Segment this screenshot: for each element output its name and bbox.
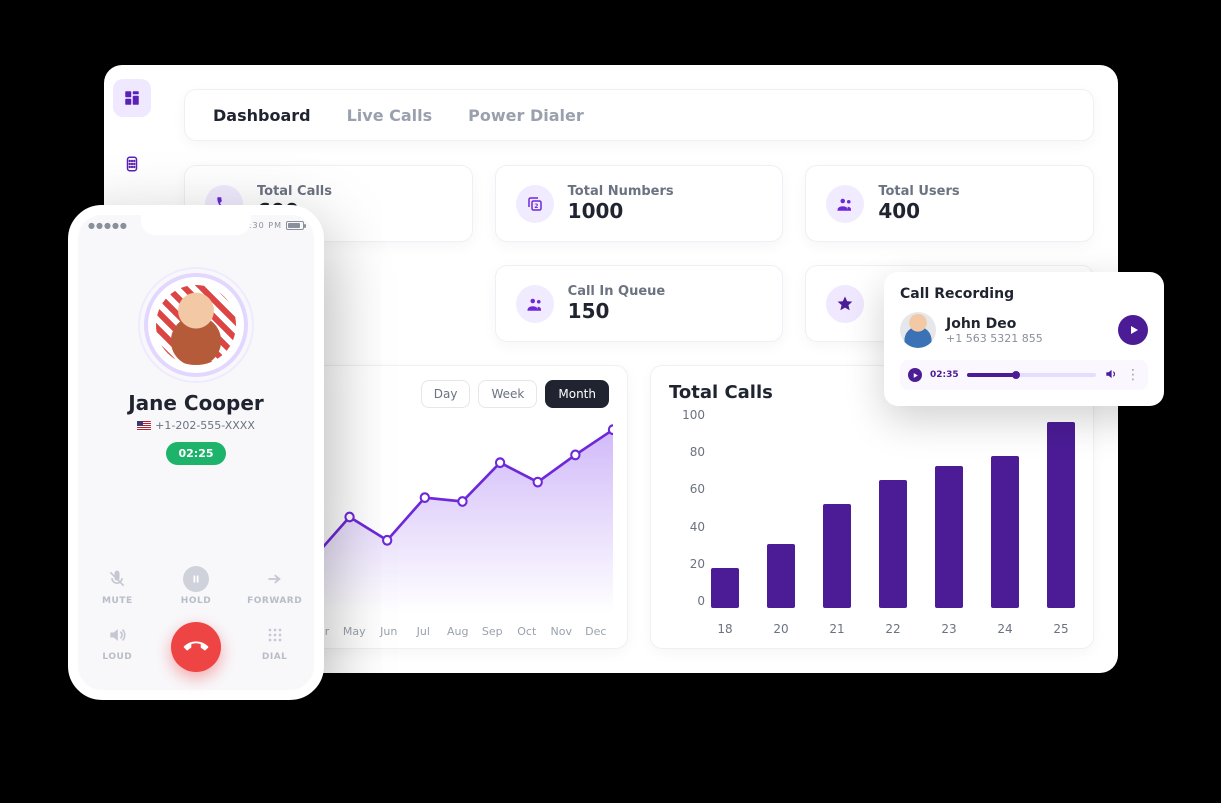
range-selector: Day Week Month [421, 380, 609, 408]
bar [935, 466, 963, 608]
audio-player: 02:35 ⋮ [900, 360, 1148, 390]
tab-power-dialer[interactable]: Power Dialer [468, 106, 584, 125]
volume-icon[interactable] [1104, 366, 1118, 385]
caller-info: Jane Cooper +1-202-555-XXXX 02:25 [78, 391, 314, 465]
dialpad-icon [123, 155, 141, 173]
yaxis-label: 40 [665, 520, 705, 534]
range-month[interactable]: Month [545, 380, 609, 408]
stat-value: 400 [878, 199, 959, 223]
play-button[interactable] [1118, 315, 1148, 345]
xaxis-label: 24 [991, 622, 1019, 636]
bar-yaxis: 100 80 60 40 20 0 [665, 408, 705, 608]
xaxis-label: 23 [935, 622, 963, 636]
flag-us-icon [137, 421, 151, 431]
stat-label: Call In Queue [568, 284, 666, 299]
xaxis-label: 20 [767, 622, 795, 636]
caller-name: Jane Cooper [78, 391, 314, 415]
hangup-button[interactable] [171, 622, 221, 672]
keypad-icon [262, 622, 288, 648]
xaxis-label: 22 [879, 622, 907, 636]
tab-bar: Dashboard Live Calls Power Dialer [184, 89, 1094, 141]
xaxis-label: Nov [544, 625, 579, 638]
xaxis-label: Dec [579, 625, 614, 638]
player-play-button[interactable] [908, 368, 922, 382]
bar [879, 480, 907, 608]
stat-label: Total Numbers [568, 184, 674, 199]
speaker-icon [104, 622, 130, 648]
xaxis-label: 25 [1047, 622, 1075, 636]
mute-button[interactable]: MUTE [102, 566, 133, 606]
phone-notch [141, 215, 251, 235]
tab-live-calls[interactable]: Live Calls [347, 106, 433, 125]
users-icon [516, 285, 554, 323]
call-recording-card: Call Recording John Deo +1 563 5321 855 … [884, 272, 1164, 406]
recording-title: Call Recording [900, 286, 1148, 302]
bar-chart-panel: Total Calls 100806040200 18202122232425 [650, 365, 1094, 649]
mute-icon [104, 566, 130, 592]
sidebar-item-dialpad[interactable] [113, 145, 151, 183]
more-icon[interactable]: ⋮ [1126, 372, 1140, 378]
yaxis-label: 100 [665, 408, 705, 422]
star-icon [826, 285, 864, 323]
xaxis-label: Sep [475, 625, 510, 638]
player-track[interactable] [967, 373, 1096, 377]
bar [991, 456, 1019, 608]
bar [767, 544, 795, 608]
play-icon [912, 372, 919, 379]
caller-avatar [156, 285, 236, 365]
caller-number: +1-202-555-XXXX [78, 419, 314, 432]
hold-button[interactable]: HOLD [181, 566, 211, 606]
battery-icon [286, 221, 304, 230]
caller-avatar-ring [144, 273, 248, 377]
bar [823, 504, 851, 608]
call-controls: MUTE HOLD FORWARD LOUD DIAL [78, 566, 314, 672]
recording-number: +1 563 5321 855 [946, 332, 1043, 345]
call-duration-badge: 02:25 [166, 442, 225, 465]
stat-label: Total Calls [257, 184, 332, 199]
loud-button[interactable]: LOUD [102, 622, 132, 672]
bar [711, 568, 739, 608]
avatar [900, 312, 936, 348]
forward-icon [262, 566, 288, 592]
xaxis-label: May [337, 625, 372, 638]
bar-xaxis: 18 20 21 22 23 24 25 [711, 622, 1075, 636]
phone-icon [179, 630, 213, 664]
grid-icon [123, 89, 141, 107]
xaxis-label: 18 [711, 622, 739, 636]
forward-button[interactable]: FORWARD [247, 566, 302, 606]
svg-text:2: 2 [534, 202, 538, 209]
copy-icon: 2 [516, 185, 554, 223]
stat-call-in-queue: Call In Queue150 [495, 265, 784, 342]
xaxis-label: Aug [441, 625, 476, 638]
xaxis-label: Jun [372, 625, 407, 638]
range-day[interactable]: Day [421, 380, 471, 408]
stat-label: Total Users [878, 184, 959, 199]
bar-chart [711, 408, 1075, 608]
bar [1047, 422, 1075, 608]
stat-total-users: Total Users400 [805, 165, 1094, 242]
stat-total-numbers: 2 Total Numbers1000 [495, 165, 784, 242]
recording-name: John Deo [946, 316, 1043, 332]
yaxis-label: 60 [665, 482, 705, 496]
yaxis-label: 0 [665, 594, 705, 608]
phone-mock: ●●●●● 1:30 PM Jane Cooper +1-202-555-XXX… [68, 205, 324, 700]
pause-icon [183, 566, 209, 592]
yaxis-label: 20 [665, 557, 705, 571]
player-time: 02:35 [930, 370, 959, 380]
xaxis-label: Jul [406, 625, 441, 638]
signal-dots: ●●●●● [88, 221, 128, 230]
play-icon [1128, 324, 1140, 336]
yaxis-label: 80 [665, 445, 705, 459]
stat-value: 150 [568, 299, 666, 323]
sidebar-item-dashboard[interactable] [113, 79, 151, 117]
tab-dashboard[interactable]: Dashboard [213, 106, 311, 125]
stat-value: 1000 [568, 199, 674, 223]
xaxis-label: Oct [510, 625, 545, 638]
users-icon [826, 185, 864, 223]
range-week[interactable]: Week [478, 380, 537, 408]
xaxis-label: 21 [823, 622, 851, 636]
dial-button[interactable]: DIAL [262, 622, 288, 672]
